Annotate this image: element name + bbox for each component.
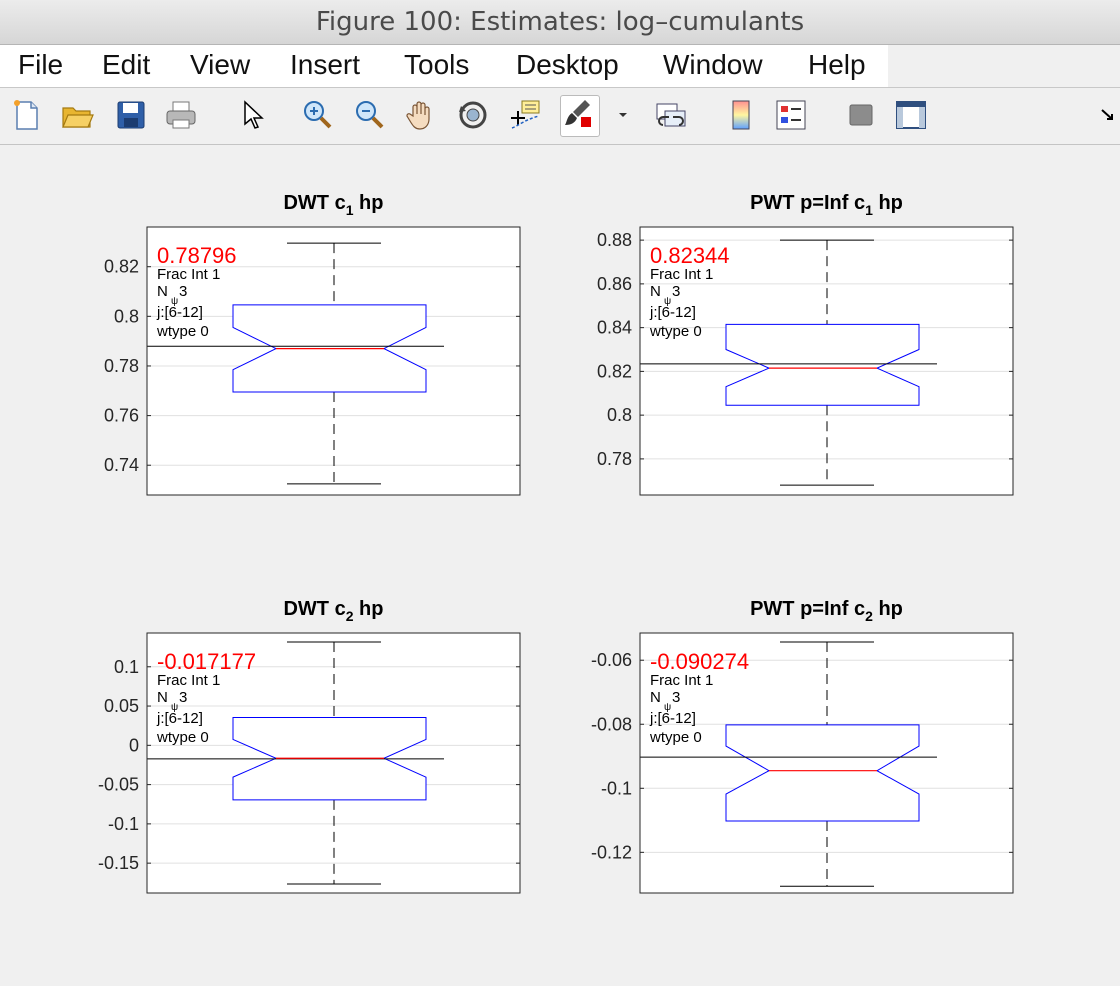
zoom-in-icon[interactable]: [300, 98, 334, 132]
menu-file[interactable]: File: [18, 49, 63, 81]
figure-canvas: 0.74 0.76 0.78 0.8 0.82 DWT c1 hp 0.78796 Frac …: [0, 145, 1120, 986]
plot-2-info-frac-int: Frac Int 1: [650, 266, 713, 283]
plot-4-info-scale-range: j:[6-12]: [649, 710, 696, 727]
plot-2-title: PWT p=Inf c1 hp: [750, 192, 903, 218]
plot-3-ytick-label: -0.1: [108, 814, 139, 834]
menu-bar-filler: [888, 45, 1120, 88]
menu-edit[interactable]: Edit: [102, 49, 150, 81]
plot-4-estimate-value: -0.090274: [650, 649, 749, 674]
plot-3-ytick-label: 0.05: [104, 696, 139, 716]
link-plot-icon[interactable]: [654, 98, 688, 132]
plot-3-info-n-value: 3: [179, 689, 187, 706]
plot-1-info-wtype: wtype 0: [156, 323, 209, 340]
plot-3-ytick-label: -0.05: [98, 775, 139, 795]
pointer-icon[interactable]: [236, 98, 270, 132]
plot-4-ytick-label: -0.06: [591, 650, 632, 670]
plot-3-ytick-label: 0.1: [114, 657, 139, 677]
toolbar: [0, 88, 1120, 145]
plot-2-info-n-value: 3: [672, 283, 680, 300]
plot-3-info-frac-int: Frac Int 1: [157, 672, 220, 689]
plot-2-ytick-label: 0.78: [597, 449, 632, 469]
plot-1-info-scale-range: j:[6-12]: [156, 304, 203, 321]
plot-1-info-n-value: 3: [179, 283, 187, 300]
plot-2-estimate-value: 0.82344: [650, 243, 730, 268]
brush-icon[interactable]: [560, 95, 600, 137]
dock-arrow-icon[interactable]: [1092, 98, 1116, 132]
print-icon[interactable]: [164, 98, 198, 132]
plot-4-info-n-label: N: [650, 689, 661, 706]
rotate-3d-icon[interactable]: [456, 98, 490, 132]
plot-1-title: DWT c1 hp: [283, 192, 383, 218]
plot-1-ytick-label: 0.82: [104, 257, 139, 277]
plot-3-estimate-value: -0.017177: [157, 649, 256, 674]
plot-4-ytick-label: -0.1: [601, 778, 632, 798]
brush-dropdown-icon[interactable]: [606, 98, 627, 132]
plot-4-info-wtype: wtype 0: [649, 729, 702, 746]
hide-plot-tools-icon[interactable]: [844, 98, 878, 132]
new-figure-icon[interactable]: [10, 98, 44, 132]
plot-4-info-n-value: 3: [672, 689, 680, 706]
plot-3-ytick-label: -0.15: [98, 853, 139, 873]
window-title: Figure 100: Estimates: log–cumulants: [0, 0, 1120, 45]
plot-2-ytick-label: 0.82: [597, 361, 632, 381]
plot-2-info-scale-range: j:[6-12]: [649, 304, 696, 321]
menu-tools[interactable]: Tools: [404, 49, 469, 81]
plot-2-info-wtype: wtype 0: [649, 323, 702, 340]
save-icon[interactable]: [114, 98, 148, 132]
plot-1-info-n-label: N: [157, 283, 168, 300]
plot-3-info-wtype: wtype 0: [156, 729, 209, 746]
plot-4-title: PWT p=Inf c2 hp: [750, 598, 903, 624]
plot-3-info-scale-range: j:[6-12]: [156, 710, 203, 727]
colorbar-icon[interactable]: [724, 98, 758, 132]
plot-1-ytick-label: 0.78: [104, 356, 139, 376]
plot-1-info-frac-int: Frac Int 1: [157, 266, 220, 283]
plot-2-ytick-label: 0.88: [597, 230, 632, 250]
plot-3-ytick-label: 0: [129, 735, 139, 755]
menu-window[interactable]: Window: [663, 49, 763, 81]
data-cursor-icon[interactable]: [508, 98, 542, 132]
legend-icon[interactable]: [774, 98, 808, 132]
plot-1-ytick-label: 0.8: [114, 306, 139, 326]
plot-1-ytick-label: 0.74: [104, 455, 139, 475]
plot-3-info-n-label: N: [157, 689, 168, 706]
zoom-out-icon[interactable]: [352, 98, 386, 132]
menu-view[interactable]: View: [190, 49, 250, 81]
menu-insert[interactable]: Insert: [290, 49, 360, 81]
plot-1-ytick-label: 0.76: [104, 406, 139, 426]
plot-4-ytick-label: -0.08: [591, 714, 632, 734]
open-file-icon[interactable]: [60, 98, 94, 132]
pan-hand-icon[interactable]: [404, 98, 438, 132]
show-plot-tools-icon[interactable]: [894, 98, 928, 132]
plot-2-info-n-label: N: [650, 283, 661, 300]
menu-help[interactable]: Help: [808, 49, 866, 81]
menu-desktop[interactable]: Desktop: [516, 49, 619, 81]
plots-svg[interactable]: 0.740.760.780.80.82DWT c1 hp0.78796Frac …: [0, 145, 1120, 986]
plot-2-ytick-label: 0.86: [597, 274, 632, 294]
plot-4-ytick-label: -0.12: [591, 842, 632, 862]
plot-3-title: DWT c2 hp: [283, 598, 383, 624]
plot-1-estimate-value: 0.78796: [157, 243, 237, 268]
plot-2-ytick-label: 0.8: [607, 405, 632, 425]
plot-2-ytick-label: 0.84: [597, 318, 632, 338]
menu-bar: File Edit View Insert Tools Desktop Wind…: [0, 45, 888, 88]
plot-4-info-frac-int: Frac Int 1: [650, 672, 713, 689]
